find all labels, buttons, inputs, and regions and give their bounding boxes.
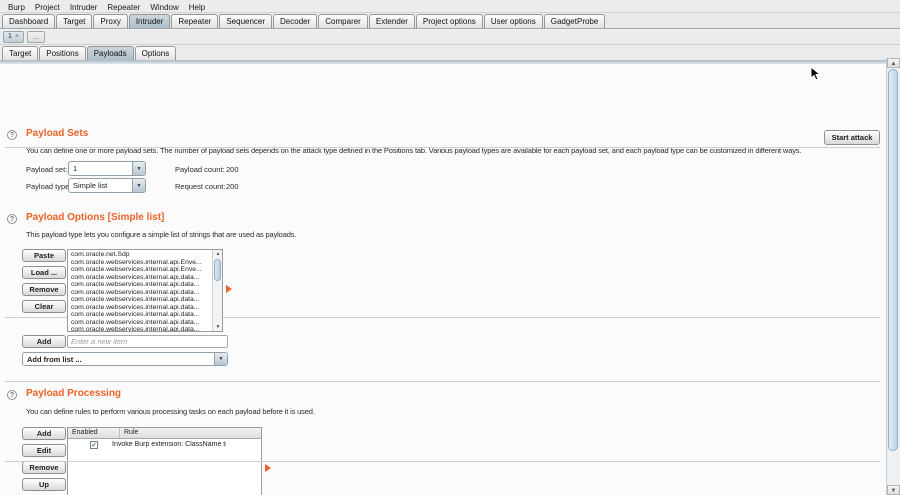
payload-list-item[interactable]: com.oracle.webservices.internal.api.data… bbox=[68, 311, 212, 319]
menu-item[interactable]: Project bbox=[30, 3, 65, 12]
chevron-down-icon[interactable]: ▼ bbox=[132, 179, 145, 192]
table-header: Enabled Rule bbox=[68, 428, 261, 439]
payload-list-item[interactable]: com.oracle.webservices.internal.api.data… bbox=[68, 274, 212, 282]
main-tab-bar: DashboardTargetProxyIntruderRepeaterSequ… bbox=[0, 13, 900, 29]
payload-sets-title: Payload Sets bbox=[26, 128, 88, 139]
main-tab[interactable]: Sequencer bbox=[219, 14, 272, 28]
payload-list-item[interactable]: com.oracle.webservices.internal.api.data… bbox=[68, 289, 212, 297]
main-tab[interactable]: Comparer bbox=[318, 14, 368, 28]
start-attack-button[interactable]: Start attack bbox=[824, 130, 880, 145]
processing-button[interactable]: Up bbox=[22, 478, 66, 491]
attack-tab-more-button[interactable]: ... bbox=[27, 31, 45, 43]
payload-list-item[interactable]: com.oracle.net.Sdp bbox=[68, 251, 212, 259]
close-icon[interactable]: × bbox=[15, 32, 19, 42]
payload-list-scrollbar[interactable]: ▲ ▼ bbox=[212, 250, 222, 331]
main-tab[interactable]: Decoder bbox=[273, 14, 317, 28]
payload-set-value: 1 bbox=[69, 164, 132, 173]
menu-item[interactable]: Intruder bbox=[65, 3, 103, 12]
menu-item[interactable]: Help bbox=[184, 3, 210, 12]
sub-tab[interactable]: Target bbox=[2, 46, 38, 60]
payload-list-button[interactable]: Remove bbox=[22, 283, 66, 296]
sub-tab[interactable]: Payloads bbox=[87, 46, 134, 60]
payload-list[interactable]: com.oracle.net.Sdpcom.oracle.webservices… bbox=[67, 249, 223, 332]
payload-type-value: Simple list bbox=[69, 181, 132, 190]
main-tab[interactable]: Proxy bbox=[93, 14, 127, 28]
payload-set-dropdown[interactable]: 1 ▼ bbox=[68, 161, 146, 176]
payload-options-title: Payload Options [Simple list] bbox=[26, 212, 164, 223]
payload-count-label: Payload count: bbox=[175, 165, 225, 174]
payload-options-description: This payload type lets you configure a s… bbox=[26, 230, 296, 239]
scroll-up-icon[interactable]: ▲ bbox=[887, 58, 900, 68]
chevron-down-icon[interactable]: ▼ bbox=[132, 162, 145, 175]
add-item-button[interactable]: Add bbox=[22, 335, 66, 348]
mouse-cursor-icon bbox=[810, 66, 822, 81]
main-tab[interactable]: Target bbox=[56, 14, 92, 28]
payload-list-button[interactable]: Paste bbox=[22, 249, 66, 262]
main-tab[interactable]: Intruder bbox=[129, 14, 171, 28]
column-header-rule[interactable]: Rule bbox=[120, 428, 138, 438]
attack-tab-1[interactable]: 1 × bbox=[3, 31, 24, 43]
scroll-down-icon[interactable]: ▼ bbox=[213, 323, 223, 331]
rule-text: Invoke Burp extension: ClassName to Gadg… bbox=[98, 441, 226, 448]
main-tab[interactable]: GadgetProbe bbox=[544, 14, 606, 28]
request-count-label: Request count: bbox=[175, 182, 225, 191]
payload-list-button[interactable]: Load ... bbox=[22, 266, 66, 279]
table-row[interactable]: ✓ Invoke Burp extension: ClassName to Ga… bbox=[68, 439, 261, 450]
processing-button[interactable]: Add bbox=[22, 427, 66, 440]
payload-list-button[interactable]: Clear bbox=[22, 300, 66, 313]
payload-processing-description: You can define rules to perform various … bbox=[26, 407, 315, 416]
main-tab[interactable]: User options bbox=[484, 14, 543, 28]
payload-set-label: Payload set: bbox=[26, 165, 67, 174]
main-tab[interactable]: Dashboard bbox=[2, 14, 55, 28]
section-divider bbox=[5, 461, 880, 462]
payload-list-item[interactable]: com.oracle.webservices.internal.api.data… bbox=[68, 326, 212, 331]
panel-marker-arrow-icon bbox=[226, 285, 232, 293]
panel-marker-arrow-icon bbox=[265, 464, 271, 472]
add-from-list-value: Add from list ... bbox=[23, 355, 214, 364]
main-tab[interactable]: Project options bbox=[416, 14, 483, 28]
payload-type-label: Payload type: bbox=[26, 182, 71, 191]
payloads-panel: ? Payload Sets You can define one or mor… bbox=[0, 64, 886, 495]
attack-tab-label: 1 bbox=[8, 32, 12, 42]
payload-list-item[interactable]: com.oracle.webservices.internal.api.data… bbox=[68, 304, 212, 312]
menu-bar: BurpProjectIntruderRepeaterWindowHelp bbox=[0, 0, 900, 13]
section-divider bbox=[5, 147, 880, 148]
menu-item[interactable]: Repeater bbox=[102, 3, 145, 12]
main-scrollbar[interactable]: ▲ ▼ bbox=[886, 58, 900, 495]
processing-button[interactable]: Remove bbox=[22, 461, 66, 474]
help-icon[interactable]: ? bbox=[7, 130, 17, 140]
scrollbar-thumb[interactable] bbox=[888, 69, 898, 451]
payload-list-item[interactable]: com.oracle.webservices.internal.api.data… bbox=[68, 281, 212, 289]
sub-tab[interactable]: Positions bbox=[39, 46, 85, 60]
payload-list-item[interactable]: com.oracle.webservices.internal.api.Enve… bbox=[68, 266, 212, 274]
payload-list-item[interactable]: com.oracle.webservices.internal.api.Enve… bbox=[68, 259, 212, 267]
scroll-up-icon[interactable]: ▲ bbox=[213, 250, 223, 258]
attack-tab-bar: 1 × ... bbox=[0, 30, 900, 45]
main-tab[interactable]: Repeater bbox=[171, 14, 218, 28]
rule-enabled-checkbox[interactable]: ✓ bbox=[90, 441, 98, 449]
payload-count-value: 200 bbox=[226, 165, 239, 174]
main-tab[interactable]: Extender bbox=[369, 14, 415, 28]
chevron-down-icon[interactable]: ▼ bbox=[214, 353, 227, 365]
payload-type-dropdown[interactable]: Simple list ▼ bbox=[68, 178, 146, 193]
sub-tab[interactable]: Options bbox=[135, 46, 177, 60]
payload-processing-title: Payload Processing bbox=[26, 388, 121, 399]
processing-button[interactable]: Edit bbox=[22, 444, 66, 457]
section-divider bbox=[5, 381, 880, 382]
help-icon[interactable]: ? bbox=[7, 390, 17, 400]
payload-list-item[interactable]: com.oracle.webservices.internal.api.data… bbox=[68, 296, 212, 304]
payload-list-item[interactable]: com.oracle.webservices.internal.api.data… bbox=[68, 319, 212, 327]
help-icon[interactable]: ? bbox=[7, 214, 17, 224]
add-from-list-dropdown[interactable]: Add from list ... ▼ bbox=[22, 352, 228, 366]
burp-suite-window: BurpProjectIntruderRepeaterWindowHelp Da… bbox=[0, 0, 900, 495]
scroll-down-icon[interactable]: ▼ bbox=[887, 485, 900, 495]
new-item-input[interactable] bbox=[67, 335, 228, 348]
request-count-value: 200 bbox=[226, 182, 239, 191]
scrollbar-thumb[interactable] bbox=[214, 259, 221, 281]
intruder-sub-tab-bar: TargetPositionsPayloadsOptions bbox=[0, 45, 900, 60]
column-header-enabled[interactable]: Enabled bbox=[68, 428, 120, 438]
menu-item[interactable]: Window bbox=[145, 3, 183, 12]
menu-item[interactable]: Burp bbox=[3, 3, 30, 12]
